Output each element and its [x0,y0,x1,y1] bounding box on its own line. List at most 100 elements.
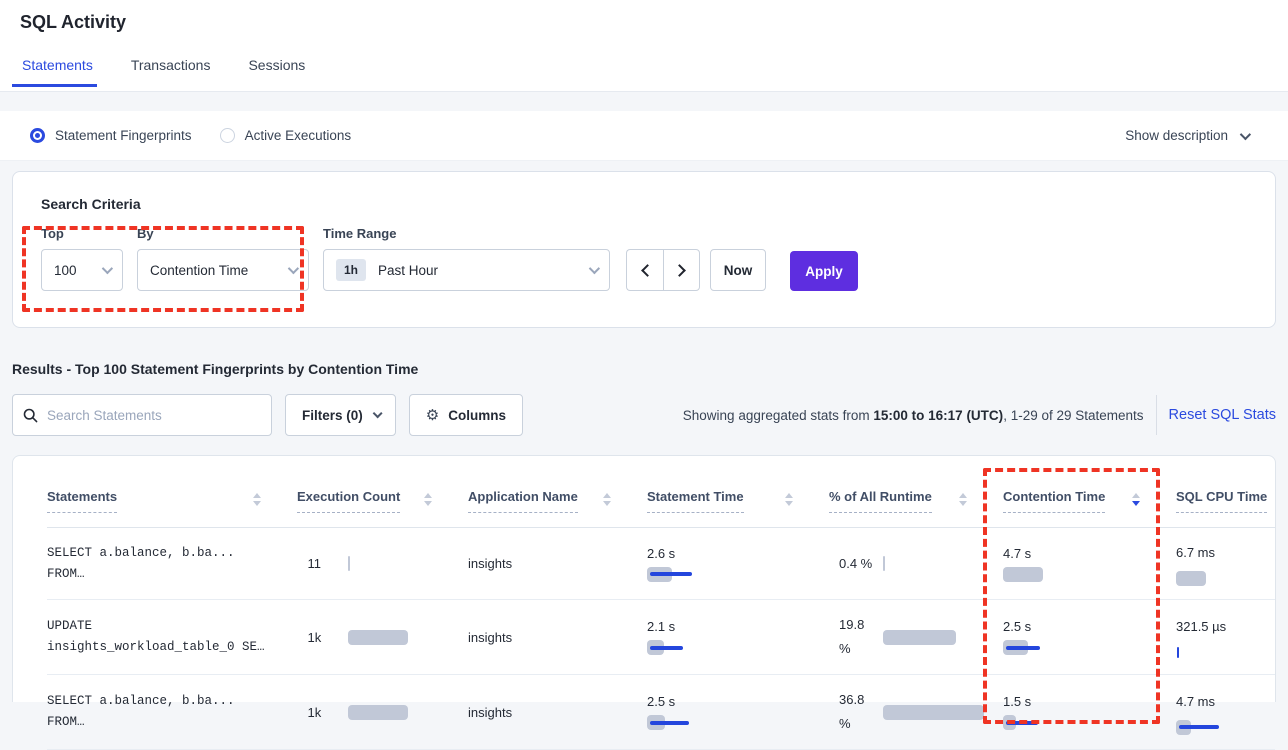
sql-cpu-time-bar [1176,720,1286,735]
statement-search-box [12,394,272,436]
results-heading: Results - Top 100 Statement Fingerprints… [12,361,1276,377]
column-header-application-name[interactable]: Application Name [468,489,647,527]
runtime-pct-bar [883,556,993,571]
statement-link[interactable]: SELECT a.balance, b.ba...FROM… [47,675,297,749]
top-field: Top 100 [41,226,137,291]
now-button[interactable]: Now [710,249,766,291]
application-name-cell: insights [468,675,647,749]
statement-time-cell: 2.1 s [647,600,829,674]
sql-cpu-time-cell: 4.7 ms [1176,675,1275,749]
aggregated-stats-text: Showing aggregated stats from 15:00 to 1… [683,408,1144,423]
runtime-pct-cell: 19.8 % [829,600,1003,674]
sort-icon[interactable] [603,489,611,506]
filters-button[interactable]: Filters (0) [285,394,396,436]
show-description-toggle[interactable]: Show description [1125,128,1248,143]
runtime-pct-bar [883,705,993,720]
stats-area: Showing aggregated stats from 15:00 to 1… [683,395,1276,435]
search-icon [23,408,38,423]
search-criteria-card: Search Criteria Top 100 By Contention Ti… [12,171,1276,328]
table-header-row: Statements Execution Count Application N… [47,471,1275,528]
execution-count-cell: 1k [297,600,468,674]
column-header-execution-count[interactable]: Execution Count [297,489,468,527]
statement-time-bar [647,715,757,730]
sql-cpu-time-bar [1176,571,1286,586]
top-select-value: 100 [54,263,77,278]
radio-active-executions[interactable]: Active Executions [220,128,352,143]
radio-statement-fingerprints[interactable]: Statement Fingerprints [30,128,192,143]
chevron-down-icon [288,263,299,274]
runtime-pct-cell: 36.8 % [829,675,1003,749]
page-title: SQL Activity [20,12,1288,33]
statement-time-cell: 2.6 s [647,528,829,599]
statement-time-cell: 2.5 s [647,675,829,749]
by-select[interactable]: Contention Time [137,249,309,291]
radio-label: Statement Fingerprints [55,128,192,143]
radio-unselected-icon [220,128,235,143]
chevron-down-icon [102,263,113,274]
sql-activity-page: SQL Activity Statements Transactions Ses… [0,0,1288,735]
contention-time-cell: 1.5 s [1003,675,1176,749]
apply-button[interactable]: Apply [790,251,858,291]
by-label: By [137,226,323,241]
execution-count-bar [348,556,458,571]
sql-cpu-time-cell: 6.7 ms [1176,528,1275,599]
time-range-select[interactable]: 1h Past Hour [323,249,610,291]
column-header-sql-cpu-time[interactable]: SQL CPU Time [1176,489,1275,527]
sql-cpu-time-bar [1176,645,1286,660]
tab-transactions[interactable]: Transactions [129,57,213,86]
runtime-pct-bar [883,630,993,645]
chevron-down-icon [589,263,600,274]
top-select[interactable]: 100 [41,249,123,291]
search-input[interactable] [47,408,261,423]
statement-link[interactable]: UPDATEinsights_workload_table_0 SE… [47,600,297,674]
next-time-button[interactable] [663,249,700,291]
application-name-cell: insights [468,528,647,599]
time-range-arrows [626,249,700,291]
contention-time-bar [1003,715,1113,730]
filters-label: Filters (0) [302,408,363,423]
time-range-field: Time Range 1h Past Hour [323,226,626,291]
sort-icon[interactable] [785,489,793,506]
radio-label: Active Executions [245,128,352,143]
chevron-right-icon [673,264,686,277]
column-header-contention-time[interactable]: Contention Time [1003,489,1176,527]
top-label: Top [41,226,137,241]
time-range-value: Past Hour [378,263,438,278]
table-row: SELECT a.balance, b.ba...FROM… 11 insigh… [47,528,1275,600]
runtime-pct-cell: 0.4 % [829,528,1003,599]
sort-icon-active[interactable] [1132,489,1140,506]
sort-icon[interactable] [424,489,432,506]
column-header-statement-time[interactable]: Statement Time [647,489,829,527]
execution-count-bar [348,705,458,720]
sort-icon[interactable] [959,489,967,506]
stats-time-range: 15:00 to 16:17 (UTC) [873,408,1003,423]
by-field: By Contention Time [137,226,323,291]
sort-icon[interactable] [253,489,261,506]
tab-sessions[interactable]: Sessions [246,57,307,86]
column-header-runtime-pct[interactable]: % of All Runtime [829,489,1003,527]
sql-cpu-time-cell: 321.5 µs [1176,600,1275,674]
table-row: UPDATEinsights_workload_table_0 SE… 1k i… [47,600,1275,675]
statement-time-bar [647,567,757,582]
chevron-down-icon [372,408,382,418]
statement-link[interactable]: SELECT a.balance, b.ba...FROM… [47,528,297,599]
gear-icon: ⚙ [426,406,439,424]
reset-sql-stats-link[interactable]: Reset SQL Stats [1169,407,1276,423]
previous-time-button[interactable] [626,249,663,291]
search-criteria-row: Top 100 By Contention Time Time Range 1h… [41,226,1275,291]
radio-selected-icon [30,128,45,143]
contention-time-bar [1003,567,1113,582]
tab-bar: Statements Transactions Sessions [20,57,1288,86]
statement-time-bar [647,640,757,655]
application-name-cell: insights [468,600,647,674]
contention-time-bar [1003,640,1113,655]
tab-statements[interactable]: Statements [20,57,95,86]
contention-time-cell: 4.7 s [1003,528,1176,599]
page-header: SQL Activity Statements Transactions Ses… [0,0,1288,92]
table-row: SELECT a.balance, b.ba...FROM… 1k insigh… [47,675,1275,750]
chevron-down-icon [1240,128,1251,139]
column-header-statements[interactable]: Statements [47,489,297,527]
statements-table: Statements Execution Count Application N… [12,455,1276,702]
search-criteria-heading: Search Criteria [41,196,1275,212]
columns-button[interactable]: ⚙ Columns [409,394,523,436]
